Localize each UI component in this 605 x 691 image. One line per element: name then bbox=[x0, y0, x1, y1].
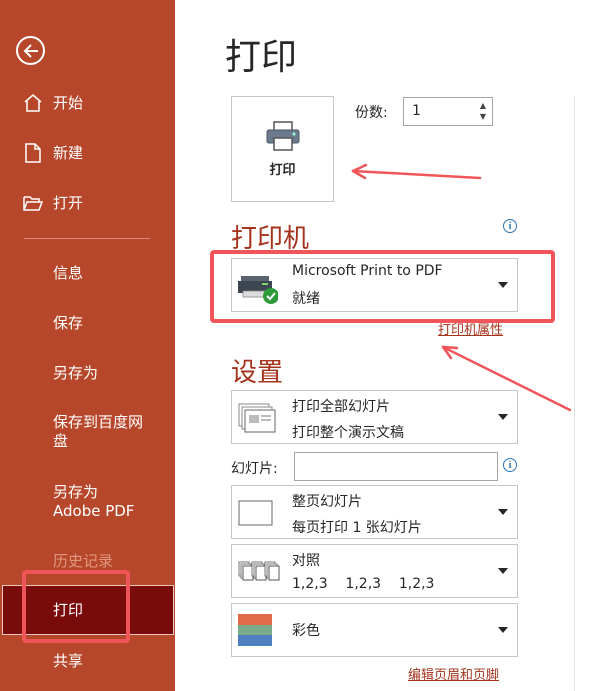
annotation-arrows bbox=[351, 163, 572, 412]
